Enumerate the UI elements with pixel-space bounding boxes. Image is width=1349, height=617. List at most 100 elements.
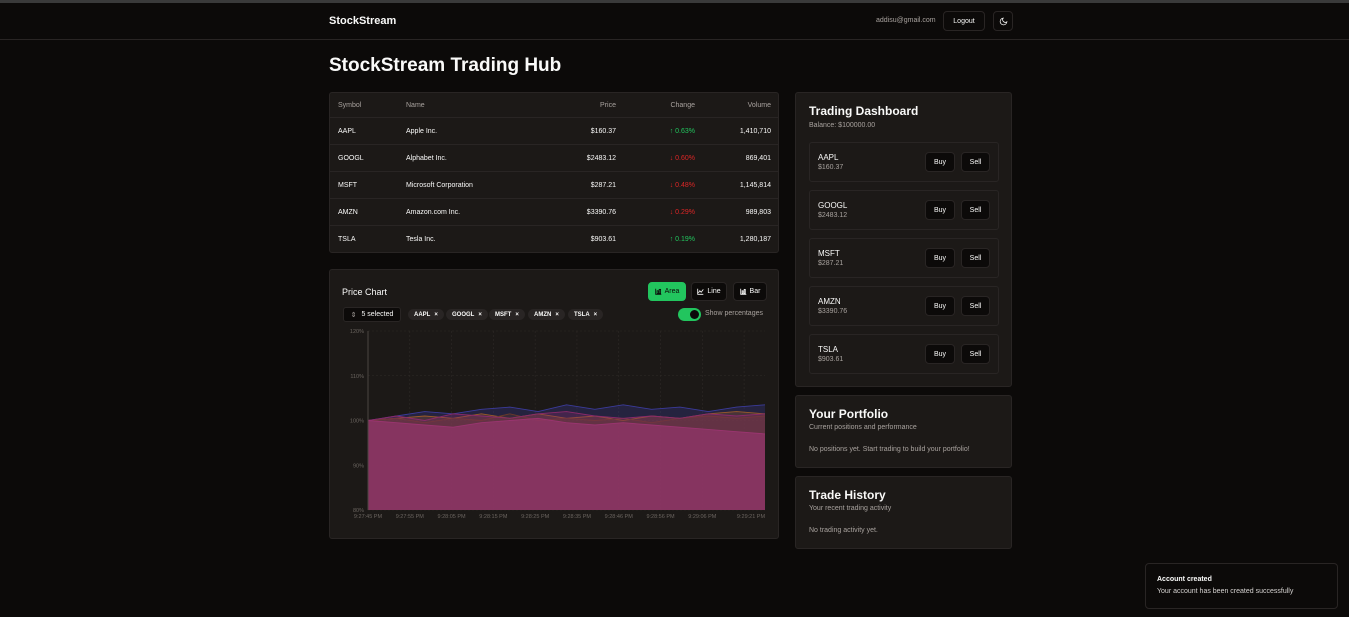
chip-label: TSLA (574, 311, 590, 318)
chip-remove-icon[interactable]: × (478, 312, 482, 318)
y-tick-label: 110% (350, 374, 364, 380)
logout-button[interactable]: Logout (943, 11, 985, 31)
chart-type-line-label: Line (707, 288, 721, 295)
chart-type-bar-label: Bar (749, 288, 761, 295)
cell-symbol: AAPL (338, 127, 356, 135)
y-tick-label: 120% (350, 329, 364, 335)
theme-toggle-button[interactable] (993, 11, 1013, 31)
change-value: 0.29% (675, 208, 695, 216)
chip-label: MSFT (495, 311, 512, 318)
series-area (368, 418, 765, 510)
selected-count: 5 selected (361, 311, 394, 318)
chip-label: GOOGL (452, 311, 475, 318)
line-chart-icon (697, 288, 705, 295)
change-value: 0.48% (675, 181, 695, 189)
sell-button[interactable]: Sell (961, 152, 990, 172)
x-tick-label: 9:28:46 PM (605, 514, 634, 520)
x-tick-label: 9:28:56 PM (646, 514, 675, 520)
trade-row-msft: MSFT $287.21 Buy Sell (809, 238, 999, 278)
chip-msft: MSFT × (489, 309, 525, 320)
trade-row-amzn: AMZN $3390.76 Buy Sell (809, 286, 999, 326)
chip-remove-icon[interactable]: × (434, 312, 438, 318)
balance: Balance: $100000.00 (809, 122, 876, 129)
chip-remove-icon[interactable]: × (555, 312, 559, 318)
bar-chart-icon (739, 288, 746, 295)
cell-change: ↓ 0.48% (616, 182, 695, 189)
portfolio-title: Your Portfolio (809, 407, 889, 421)
chart-title: Price Chart (342, 287, 388, 297)
show-percentages-label: Show percentages (705, 310, 763, 317)
sell-button[interactable]: Sell (961, 344, 990, 364)
header-name: Name (406, 101, 425, 109)
buy-button[interactable]: Buy (925, 200, 955, 220)
header-price: Price (600, 101, 616, 109)
chart-type-bar-button[interactable]: Bar (733, 282, 767, 301)
trade-price: $287.21 (818, 260, 844, 267)
chip-aapl: AAPL × (408, 309, 444, 320)
table-row[interactable]: TSLA Tesla Inc. $903.61 ↑ 0.19% 1,280,187 (330, 226, 778, 252)
history-empty-message: No trading activity yet. (809, 527, 878, 534)
toast-description: Your account has been created successful… (1157, 588, 1294, 595)
buy-button[interactable]: Buy (925, 248, 955, 268)
arrow-up-icon: ↑ (669, 127, 674, 135)
trade-symbol: AMZN (818, 297, 841, 306)
x-tick-label: 9:27:45 PM (354, 514, 383, 520)
trade-price: $160.37 (818, 164, 844, 171)
chip-label: AMZN (534, 311, 552, 318)
portfolio-card: Your Portfolio Current positions and per… (795, 395, 1012, 468)
cell-change: ↓ 0.29% (616, 209, 695, 216)
trade-symbol: AAPL (818, 153, 839, 162)
arrow-down-icon: ↓ (669, 208, 674, 216)
chip-remove-icon[interactable]: × (515, 312, 519, 318)
chip-tsla: TSLA × (568, 309, 604, 320)
chip-remove-icon[interactable]: × (594, 312, 598, 318)
toast-title: Account created (1157, 576, 1212, 583)
arrow-down-icon: ↓ (669, 181, 674, 189)
sell-button[interactable]: Sell (961, 248, 990, 268)
table-row[interactable]: AAPL Apple Inc. $160.37 ↑ 0.63% 1,410,710 (330, 118, 778, 145)
arrow-down-icon: ↓ (669, 154, 674, 162)
trading-dashboard: Trading Dashboard Balance: $100000.00 AA… (795, 92, 1012, 387)
brand-logo[interactable]: StockStream (329, 15, 396, 27)
symbol-select-dropdown[interactable]: ⇕ 5 selected (343, 307, 401, 322)
user-email: addisu@gmail.com (876, 17, 936, 24)
cell-price: $3390.76 (586, 208, 616, 216)
history-subtitle: Your recent trading activity (809, 505, 892, 512)
toast-notification[interactable]: Account created Your account has been cr… (1145, 563, 1338, 609)
chart-type-area-button[interactable]: Area (648, 282, 686, 301)
cell-change: ↑ 0.19% (616, 236, 695, 243)
header-change: Change (670, 101, 695, 109)
cell-symbol: MSFT (338, 181, 358, 189)
sell-button[interactable]: Sell (961, 200, 990, 220)
chip-amzn: AMZN × (528, 309, 565, 320)
chart-type-line-button[interactable]: Line (691, 282, 727, 301)
cell-name: Amazon.com Inc. (406, 208, 461, 216)
buy-button[interactable]: Buy (925, 152, 955, 172)
cell-change: ↓ 0.60% (616, 155, 695, 162)
sell-button[interactable]: Sell (961, 296, 990, 316)
stock-table: Symbol Name Price Change Volume AAPL Appl… (329, 92, 779, 253)
buy-button[interactable]: Buy (925, 344, 955, 364)
header-volume: Volume (747, 101, 771, 109)
price-chart-card: 120% 110% 100% 90% 80% 9:27:45 PM 9:27:55 PM 9:… (329, 269, 779, 539)
cell-symbol: TSLA (338, 236, 356, 243)
show-percentages-toggle[interactable] (678, 308, 701, 321)
cell-price: $287.21 (590, 181, 616, 189)
buy-button[interactable]: Buy (925, 296, 955, 316)
trade-history-card: Trade History Your recent trading activi… (795, 476, 1012, 549)
trade-symbol: GOOGL (818, 201, 848, 210)
table-row[interactable]: GOOGL Alphabet Inc. $2483.12 ↓ 0.60% 869,401 (330, 145, 778, 172)
cell-price: $903.61 (590, 236, 616, 243)
x-tick-label: 9:28:35 PM (563, 514, 592, 520)
cell-change: ↑ 0.63% (616, 128, 695, 135)
y-tick-label: 100% (350, 419, 364, 425)
x-tick-label: 9:28:25 PM (521, 514, 550, 520)
dashboard-title: Trading Dashboard (809, 104, 919, 118)
cell-name: Alphabet Inc. (406, 154, 447, 162)
cell-volume: 1,410,710 (739, 127, 771, 135)
table-header: Symbol Name Price Change Volume (330, 93, 778, 118)
x-tick-label: 9:28:05 PM (438, 514, 467, 520)
table-row[interactable]: AMZN Amazon.com Inc. $3390.76 ↓ 0.29% 989,80… (330, 199, 778, 226)
table-row[interactable]: MSFT Microsoft Corporation $287.21 ↓ 0.48% 1… (330, 172, 778, 199)
history-title: Trade History (809, 488, 886, 502)
